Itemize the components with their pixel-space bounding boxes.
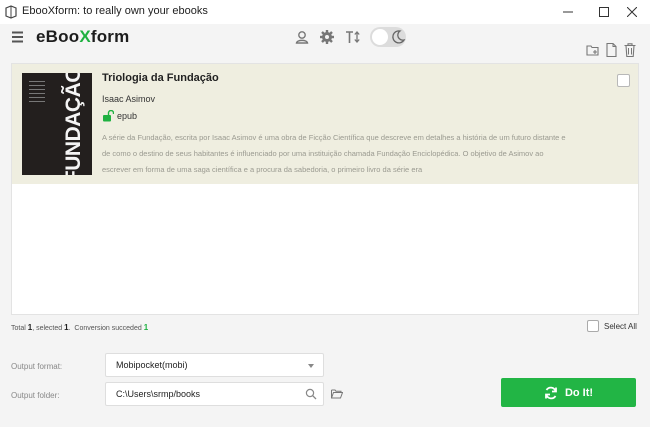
settings-icon[interactable] (319, 29, 335, 45)
app-logo-icon (5, 5, 17, 19)
add-file-icon[interactable] (605, 42, 619, 58)
unlocked-icon (103, 110, 114, 122)
menu-icon[interactable] (11, 30, 27, 44)
output-format-value: Mobipocket(mobi) (116, 360, 188, 370)
do-it-label: Do It! (564, 386, 594, 399)
font-size-icon[interactable] (345, 29, 361, 45)
cover-title: FUNDAÇÃO (62, 73, 85, 175)
output-folder-value: C:\Users\srmp/books (116, 389, 201, 399)
output-folder-input[interactable]: C:\Users\srmp/books (105, 382, 324, 406)
select-all-checkbox[interactable] (587, 320, 599, 332)
theme-toggle[interactable] (370, 27, 406, 47)
window-title: EbooXform: to really own your ebooks (22, 5, 208, 17)
book-list: FUNDAÇÃO Triologia da Fundação Isaac Asi… (11, 63, 639, 315)
maximize-icon (599, 7, 609, 17)
delete-icon[interactable] (623, 42, 637, 58)
book-cover: FUNDAÇÃO (22, 73, 92, 175)
select-all-label[interactable]: Select All (604, 322, 637, 331)
user-icon[interactable] (294, 29, 310, 45)
cover-decoration (29, 81, 45, 105)
output-format-label: Output format: (11, 362, 63, 371)
folder-open-icon[interactable] (331, 389, 343, 399)
toggle-knob (372, 29, 388, 45)
book-list-item[interactable]: FUNDAÇÃO Triologia da Fundação Isaac Asi… (12, 64, 638, 184)
book-title: Triologia da Fundação (102, 72, 219, 84)
search-icon[interactable] (305, 388, 317, 400)
book-format: epub (117, 111, 138, 121)
minimize-button[interactable] (550, 0, 586, 24)
book-select-checkbox[interactable] (617, 74, 630, 87)
chevron-down-icon (308, 364, 314, 368)
book-author: Isaac Asimov (102, 94, 156, 104)
minimize-icon (563, 11, 573, 13)
book-description: A série da Fundação, escrita por Isaac A… (102, 133, 566, 174)
output-format-select[interactable]: Mobipocket(mobi) (105, 353, 324, 377)
status-bar: Total 1, selected 1. Conversion succeded… (11, 323, 149, 332)
brand-logo: eBooXform (36, 27, 130, 46)
close-button[interactable] (614, 0, 650, 24)
moon-icon (392, 30, 406, 44)
title-bar: EbooXform: to really own your ebooks (0, 0, 650, 25)
do-it-button[interactable]: Do It! (501, 378, 636, 407)
output-folder-label: Output folder: (11, 391, 60, 400)
add-folder-icon[interactable] (586, 42, 600, 58)
close-icon (627, 7, 637, 17)
app-header: eBooXform (0, 24, 650, 62)
convert-icon (545, 386, 557, 399)
